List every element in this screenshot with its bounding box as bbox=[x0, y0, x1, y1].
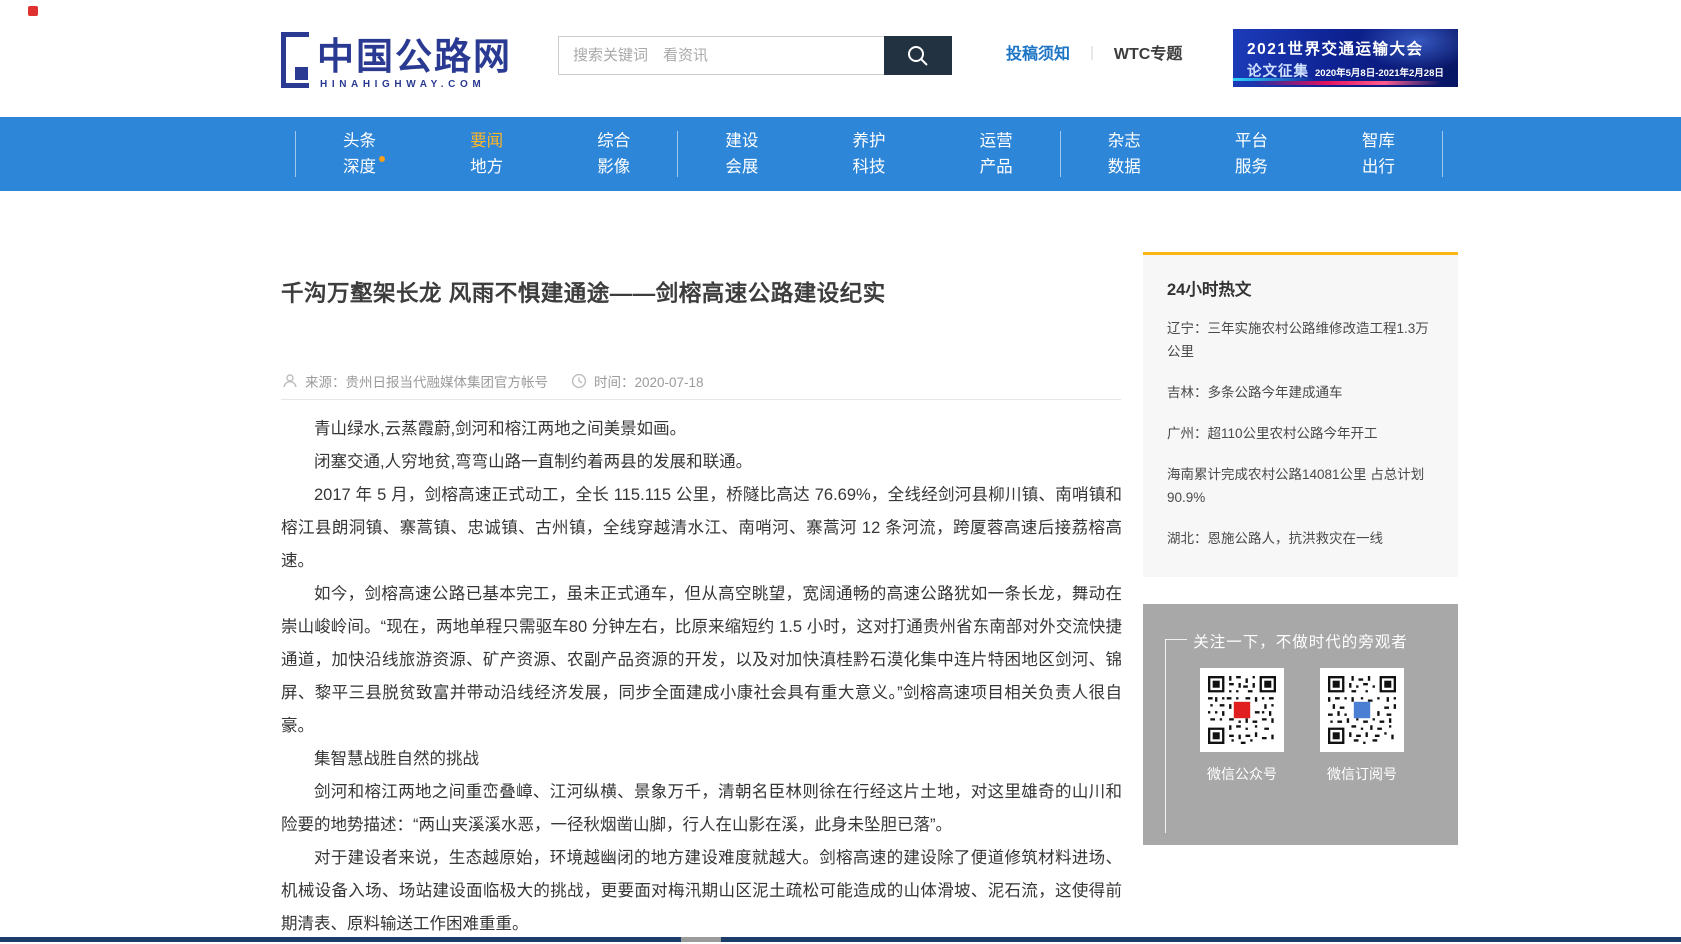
article-paragraph: 如今，剑榕高速公路已基本完工，虽未正式通车，但从高空眺望，宽阔通畅的高速公路犹如… bbox=[281, 578, 1122, 743]
article-time: 时间：2020-07-18 bbox=[571, 371, 704, 391]
banner-dates: 2020年5月8日-2021年2月28日 bbox=[1315, 65, 1444, 79]
page: 中国公路网 HINAHIGHWAY.COM 投稿须知 | WTC专题 bbox=[0, 0, 1681, 944]
qr-center-logo bbox=[1234, 702, 1250, 718]
article-source: 来源：贵州日报当代融媒体集团官方帐号 bbox=[282, 371, 548, 391]
logo-title: 中国公路网 bbox=[317, 26, 512, 80]
clock-icon bbox=[571, 373, 587, 389]
nav-item-difang[interactable]: 地方 bbox=[470, 159, 503, 176]
qr-label-official: 微信公众号 bbox=[1200, 764, 1284, 784]
nav-group-general: 综合 影像 bbox=[550, 117, 677, 191]
article-paragraph: 青山绿水,云蒸霞蔚,剑河和榕江两地之间美景如画。 bbox=[281, 413, 1122, 446]
qr-center-logo bbox=[1354, 702, 1370, 718]
nav-item-zonghe[interactable]: 综合 bbox=[597, 133, 630, 150]
article-time-label: 时间：2020-07-18 bbox=[594, 371, 704, 391]
nav-group-thinktank: 智库 出行 bbox=[1315, 117, 1442, 191]
hot-article-link[interactable]: 吉林：多条公路今年建成通车 bbox=[1167, 382, 1434, 405]
hot-article-link[interactable]: 广州：超110公里农村公路今年开工 bbox=[1167, 423, 1434, 446]
nav-item-yunying[interactable]: 运营 bbox=[980, 133, 1013, 150]
nav-item-keji[interactable]: 科技 bbox=[852, 159, 885, 176]
wechat-official-qr-code bbox=[1200, 668, 1284, 752]
article-body: 青山绿水,云蒸霞蔚,剑河和榕江两地之间美景如画。 闭塞交通,人穷地贫,弯弯山路一… bbox=[281, 413, 1122, 944]
search-input[interactable] bbox=[558, 36, 884, 75]
nav-group-maintenance: 养护 科技 bbox=[805, 117, 932, 191]
follow-box-title: 关注一下，不做时代的旁观者 bbox=[1143, 630, 1458, 652]
nav-group-news: 要闻 地方 bbox=[423, 117, 550, 191]
nav-item-yaowen-active[interactable]: 要闻 bbox=[470, 133, 503, 150]
nav-item-shendu[interactable]: 深度 bbox=[343, 159, 376, 176]
link-wtc-special[interactable]: WTC专题 bbox=[1114, 40, 1182, 64]
wechat-follow-box: 关注一下，不做时代的旁观者 bbox=[1143, 604, 1458, 845]
nav-item-chanpin[interactable]: 产品 bbox=[980, 159, 1013, 176]
search-bar bbox=[558, 36, 952, 75]
page-corner-marker bbox=[28, 6, 38, 16]
banner-title: 2021世界交通运输大会 bbox=[1247, 37, 1423, 59]
header-links: 投稿须知 | WTC专题 bbox=[1006, 40, 1182, 64]
hot-articles-box: 24小时热文 辽宁：三年实施农村公路维修改造工程1.3万公里 吉林：多条公路今年… bbox=[1143, 252, 1458, 577]
nav-item-zazhi[interactable]: 杂志 bbox=[1108, 133, 1141, 150]
nav-group-construction: 建设 会展 bbox=[678, 117, 805, 191]
nav-item-zhiku[interactable]: 智库 bbox=[1362, 133, 1395, 150]
logo-subtitle: HINAHIGHWAY.COM bbox=[320, 79, 485, 90]
conference-banner-ad[interactable]: 2021世界交通运输大会 论文征集 2020年5月8日-2021年2月28日 bbox=[1233, 29, 1458, 87]
nav-item-shuju[interactable]: 数据 bbox=[1108, 159, 1141, 176]
main-nav: 头条 深度 要闻 地方 综合 影像 建设 会展 养护 科技 运营 bbox=[0, 117, 1681, 191]
banner-red-streak-decoration bbox=[1250, 81, 1443, 85]
article-source-label: 来源：贵州日报当代融媒体集团官方帐号 bbox=[305, 371, 548, 391]
nav-item-pingtai[interactable]: 平台 bbox=[1235, 133, 1268, 150]
nav-item-chuxing[interactable]: 出行 bbox=[1362, 159, 1395, 176]
qr-label-subscription: 微信订阅号 bbox=[1320, 764, 1404, 784]
hot-article-link[interactable]: 辽宁：三年实施农村公路维修改造工程1.3万公里 bbox=[1167, 318, 1434, 364]
nav-divider bbox=[1442, 131, 1443, 177]
logo-square-icon bbox=[295, 67, 308, 80]
banner-subtitle-row: 论文征集 2020年5月8日-2021年2月28日 bbox=[1247, 60, 1444, 81]
wechat-subscription-qr-code bbox=[1320, 668, 1404, 752]
article-paragraph: 剑河和榕江两地之间重峦叠嶂、江河纵横、景象万千，清朝名臣林则徐在行经这片土地，对… bbox=[281, 776, 1122, 842]
nav-item-huizhan[interactable]: 会展 bbox=[725, 159, 758, 176]
nav-item-toutiao[interactable]: 头条 bbox=[343, 133, 376, 150]
article-paragraph: 集智慧战胜自然的挑战 bbox=[281, 743, 1122, 776]
article-paragraph: 闭塞交通,人穷地贫,弯弯山路一直制约着两县的发展和联通。 bbox=[281, 446, 1122, 479]
link-submission-guidelines[interactable]: 投稿须知 bbox=[1006, 40, 1070, 64]
nav-group-platform: 平台 服务 bbox=[1188, 117, 1315, 191]
article-divider bbox=[281, 399, 1121, 400]
article-paragraph: 对于建设者来说，生态越原始，环境越幽闭的地方建设难度就越大。剑榕高速的建设除了便… bbox=[281, 842, 1122, 941]
banner-cta: 论文征集 bbox=[1247, 60, 1309, 81]
nav-item-fuwu[interactable]: 服务 bbox=[1235, 159, 1268, 176]
nav-item-yanghu[interactable]: 养护 bbox=[852, 133, 885, 150]
site-header: 中国公路网 HINAHIGHWAY.COM 投稿须知 | WTC专题 bbox=[0, 0, 1681, 117]
person-icon bbox=[282, 373, 298, 389]
logo-bracket-icon bbox=[281, 32, 309, 88]
hot-article-link[interactable]: 海南累计完成农村公路14081公里 占总计划90.9% bbox=[1167, 464, 1434, 510]
nav-group-magazine: 杂志 数据 bbox=[1061, 117, 1188, 191]
links-separator: | bbox=[1090, 44, 1094, 61]
hot-article-link[interactable]: 湖北：恩施公路人，抗洪救灾在一线 bbox=[1167, 528, 1434, 551]
new-badge-dot bbox=[379, 156, 385, 162]
nav-item-yingxiang[interactable]: 影像 bbox=[597, 159, 630, 176]
horizontal-scrollbar-thumb[interactable] bbox=[681, 937, 721, 942]
hot-articles-title: 24小时热文 bbox=[1167, 276, 1434, 300]
nav-group-headlines: 头条 深度 bbox=[296, 117, 423, 191]
bottom-footer-edge bbox=[0, 937, 1681, 942]
article-title: 千沟万壑架长龙 风雨不惧建通途——剑榕高速公路建设纪实 bbox=[281, 276, 1121, 308]
nav-inner: 头条 深度 要闻 地方 综合 影像 建设 会展 养护 科技 运营 bbox=[295, 117, 1443, 191]
nav-group-operation: 运营 产品 bbox=[933, 117, 1060, 191]
search-button[interactable] bbox=[884, 36, 952, 75]
corner-bracket-decoration bbox=[1165, 639, 1166, 833]
nav-item-jianshe[interactable]: 建设 bbox=[725, 133, 758, 150]
article-paragraph: 2017 年 5 月，剑榕高速正式动工，全长 115.115 公里，桥隧比高达 … bbox=[281, 479, 1122, 578]
